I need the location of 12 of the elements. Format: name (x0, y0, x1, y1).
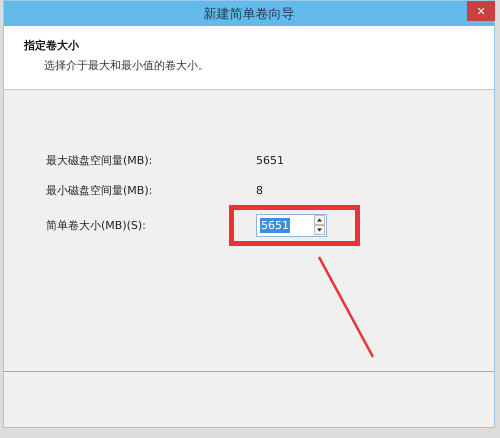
field-label: 简单卷大小(MB)(S): (46, 218, 147, 232)
page-heading: 指定卷大小 (24, 38, 80, 53)
field-label: 最小磁盘空间量(MB): (46, 182, 154, 198)
field-value: 8 (256, 184, 263, 196)
window-title: 新建简单卷向导 (204, 6, 294, 22)
spin-down-icon[interactable] (314, 225, 325, 235)
field-label: 最大磁盘空间量(MB): (46, 152, 154, 168)
spin-up-icon[interactable] (314, 215, 325, 225)
page-description: 选择介于最大和最小值的卷大小。 (44, 58, 210, 73)
close-button[interactable]: ✕ (467, 1, 495, 21)
size-input-field[interactable]: 5651 (256, 214, 327, 236)
field-value: 5651 (256, 154, 284, 166)
